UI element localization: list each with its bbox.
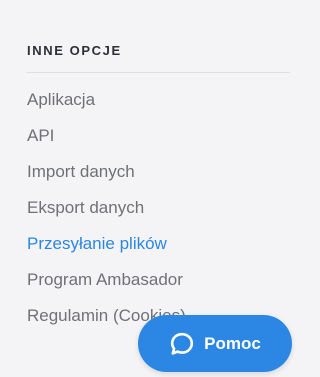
chat-bubble-icon <box>169 331 195 357</box>
menu-item-api[interactable]: API <box>27 124 186 160</box>
help-button[interactable]: Pomoc <box>138 315 292 372</box>
section-title: INNE OPCJE <box>27 43 122 58</box>
menu-item-aplikacja[interactable]: Aplikacja <box>27 88 186 124</box>
menu-item-program-ambasador[interactable]: Program Ambasador <box>27 268 186 304</box>
other-options-menu: Aplikacja API Import danych Eksport dany… <box>27 88 186 340</box>
menu-item-import-danych[interactable]: Import danych <box>27 160 186 196</box>
menu-item-eksport-danych[interactable]: Eksport danych <box>27 196 186 232</box>
menu-item-przesylanie-plikow[interactable]: Przesyłanie plików <box>27 232 186 268</box>
help-button-label: Pomoc <box>204 333 261 353</box>
section-divider <box>27 72 290 73</box>
